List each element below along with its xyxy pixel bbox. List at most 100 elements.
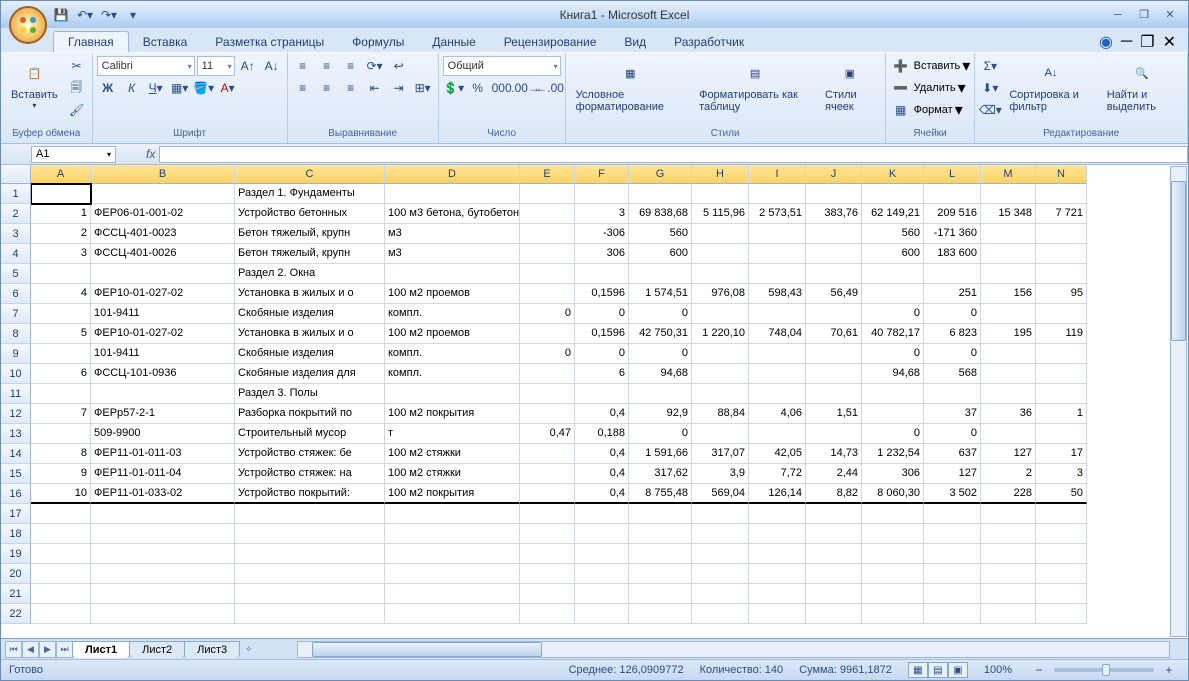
sort-filter-button[interactable]: A↓Сортировка и фильтр bbox=[1003, 55, 1098, 115]
cell-J6[interactable]: 56,49 bbox=[806, 284, 862, 304]
cell-D3[interactable]: м3 bbox=[385, 224, 520, 244]
copy-button[interactable]: 🗐 bbox=[66, 77, 88, 99]
cell-N21[interactable] bbox=[1036, 584, 1087, 604]
cell-D12[interactable]: 100 м2 покрытия bbox=[385, 404, 520, 424]
cell-J20[interactable] bbox=[806, 564, 862, 584]
formula-input[interactable] bbox=[159, 146, 1188, 163]
cell-H21[interactable] bbox=[692, 584, 749, 604]
cell-E21[interactable] bbox=[520, 584, 575, 604]
cell-N8[interactable]: 119 bbox=[1036, 324, 1087, 344]
row-header-22[interactable]: 22 bbox=[1, 604, 31, 624]
cell-K22[interactable] bbox=[862, 604, 924, 624]
sheet-tab-1[interactable]: Лист1 bbox=[72, 641, 130, 658]
cell-B11[interactable] bbox=[91, 384, 235, 404]
cell-H3[interactable] bbox=[692, 224, 749, 244]
cell-A10[interactable]: 6 bbox=[31, 364, 91, 384]
cell-G6[interactable]: 1 574,51 bbox=[629, 284, 692, 304]
cell-B19[interactable] bbox=[91, 544, 235, 564]
bold-button[interactable]: Ж bbox=[97, 77, 119, 99]
cell-G7[interactable]: 0 bbox=[629, 304, 692, 324]
cell-L12[interactable]: 37 bbox=[924, 404, 981, 424]
cell-F1[interactable] bbox=[575, 184, 629, 204]
indent-increase-button[interactable]: ⇥ bbox=[388, 77, 410, 99]
cell-N16[interactable]: 50 bbox=[1036, 484, 1087, 504]
cell-I10[interactable] bbox=[749, 364, 806, 384]
cell-A2[interactable]: 1 bbox=[31, 204, 91, 224]
cell-B10[interactable]: ФССЦ-101-0936 bbox=[91, 364, 235, 384]
cell-G17[interactable] bbox=[629, 504, 692, 524]
row-header-15[interactable]: 15 bbox=[1, 464, 31, 484]
cell-N22[interactable] bbox=[1036, 604, 1087, 624]
cell-G13[interactable]: 0 bbox=[629, 424, 692, 444]
cell-H2[interactable]: 5 115,96 bbox=[692, 204, 749, 224]
restore-button[interactable]: ❐ bbox=[1132, 6, 1156, 23]
cell-B13[interactable]: 509-9900 bbox=[91, 424, 235, 444]
cell-I2[interactable]: 2 573,51 bbox=[749, 204, 806, 224]
column-header-C[interactable]: C bbox=[235, 165, 385, 184]
cell-M20[interactable] bbox=[981, 564, 1036, 584]
row-header-6[interactable]: 6 bbox=[1, 284, 31, 304]
font-color-button[interactable]: A▾ bbox=[217, 77, 239, 99]
cell-J4[interactable] bbox=[806, 244, 862, 264]
cell-G2[interactable]: 69 838,68 bbox=[629, 204, 692, 224]
cell-L3[interactable]: -171 360 bbox=[924, 224, 981, 244]
cell-A15[interactable]: 9 bbox=[31, 464, 91, 484]
cell-J22[interactable] bbox=[806, 604, 862, 624]
column-header-L[interactable]: L bbox=[924, 165, 981, 184]
cell-D15[interactable]: 100 м2 стяжки bbox=[385, 464, 520, 484]
cell-I11[interactable] bbox=[749, 384, 806, 404]
cell-L22[interactable] bbox=[924, 604, 981, 624]
row-header-18[interactable]: 18 bbox=[1, 524, 31, 544]
paste-button[interactable]: 📋 Вставить ▾ bbox=[5, 55, 64, 112]
cell-A17[interactable] bbox=[31, 504, 91, 524]
cell-D21[interactable] bbox=[385, 584, 520, 604]
row-header-5[interactable]: 5 bbox=[1, 264, 31, 284]
cell-F9[interactable]: 0 bbox=[575, 344, 629, 364]
cell-J11[interactable] bbox=[806, 384, 862, 404]
cell-M15[interactable]: 2 bbox=[981, 464, 1036, 484]
cell-H12[interactable]: 88,84 bbox=[692, 404, 749, 424]
cell-N1[interactable] bbox=[1036, 184, 1087, 204]
cell-E3[interactable] bbox=[520, 224, 575, 244]
row-header-4[interactable]: 4 bbox=[1, 244, 31, 264]
cell-G3[interactable]: 560 bbox=[629, 224, 692, 244]
cell-A4[interactable]: 3 bbox=[31, 244, 91, 264]
cell-I12[interactable]: 4,06 bbox=[749, 404, 806, 424]
cell-E13[interactable]: 0,47 bbox=[520, 424, 575, 444]
cell-E17[interactable] bbox=[520, 504, 575, 524]
delete-cells-button[interactable]: ➖ bbox=[890, 77, 912, 99]
cell-C4[interactable]: Бетон тяжелый, крупн bbox=[235, 244, 385, 264]
cell-F8[interactable]: 0,1596 bbox=[575, 324, 629, 344]
tab-data[interactable]: Данные bbox=[418, 32, 489, 52]
autosum-button[interactable]: Σ▾ bbox=[979, 55, 1001, 77]
cell-D1[interactable] bbox=[385, 184, 520, 204]
cell-D8[interactable]: 100 м2 проемов bbox=[385, 324, 520, 344]
column-header-I[interactable]: I bbox=[749, 165, 806, 184]
row-header-20[interactable]: 20 bbox=[1, 564, 31, 584]
cell-J17[interactable] bbox=[806, 504, 862, 524]
cell-E22[interactable] bbox=[520, 604, 575, 624]
tab-formulas[interactable]: Формулы bbox=[338, 32, 418, 52]
cell-I6[interactable]: 598,43 bbox=[749, 284, 806, 304]
cell-B15[interactable]: ФЕР11-01-011-04 bbox=[91, 464, 235, 484]
cell-A9[interactable] bbox=[31, 344, 91, 364]
cell-B9[interactable]: 101-9411 bbox=[91, 344, 235, 364]
cell-H13[interactable] bbox=[692, 424, 749, 444]
cell-B1[interactable] bbox=[91, 184, 235, 204]
cell-A22[interactable] bbox=[31, 604, 91, 624]
align-top-button[interactable]: ≡ bbox=[292, 55, 314, 77]
cell-J12[interactable]: 1,51 bbox=[806, 404, 862, 424]
cell-A18[interactable] bbox=[31, 524, 91, 544]
cell-I21[interactable] bbox=[749, 584, 806, 604]
cell-C7[interactable]: Скобяные изделия bbox=[235, 304, 385, 324]
cell-K16[interactable]: 8 060,30 bbox=[862, 484, 924, 504]
office-button[interactable] bbox=[9, 6, 47, 44]
cell-C13[interactable]: Строительный мусор bbox=[235, 424, 385, 444]
row-header-16[interactable]: 16 bbox=[1, 484, 31, 504]
cell-J9[interactable] bbox=[806, 344, 862, 364]
sheet-tab-3[interactable]: Лист3 bbox=[184, 641, 240, 658]
name-box[interactable]: A1▾ bbox=[31, 146, 116, 163]
cell-F17[interactable] bbox=[575, 504, 629, 524]
tab-developer[interactable]: Разработчик bbox=[660, 32, 758, 52]
cell-G19[interactable] bbox=[629, 544, 692, 564]
